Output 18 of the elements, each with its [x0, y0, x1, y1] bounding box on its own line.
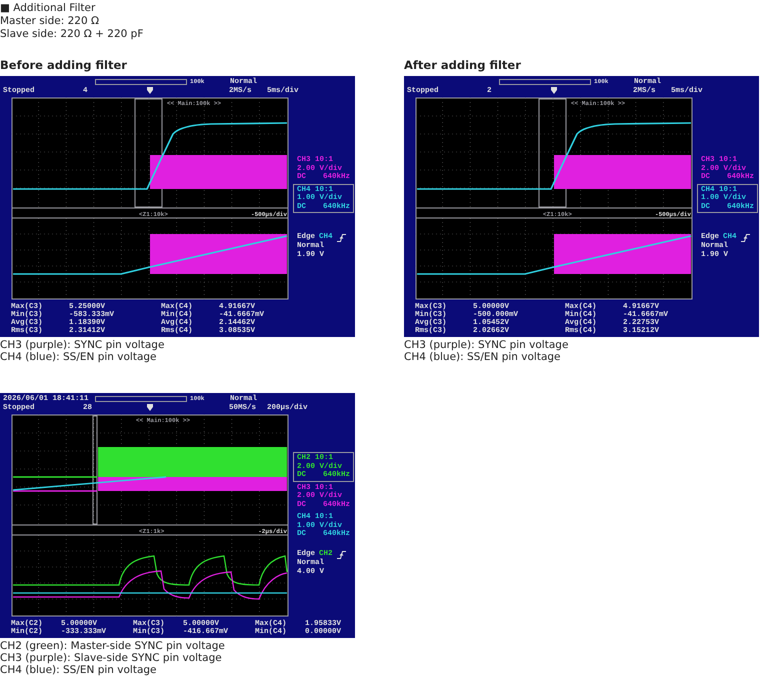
- trigger-position-icon: [147, 86, 153, 94]
- caption-text: CH2 (green): Master-side SYNC pin voltage: [0, 640, 226, 652]
- rising-edge-icon: [336, 234, 346, 242]
- rising-edge-icon: [336, 550, 346, 558]
- capture-title: After adding filter: [404, 58, 522, 72]
- caption-text: CH4 (blue): SS/EN pin voltage: [404, 351, 562, 363]
- caption-text: CH4 (blue): SS/EN pin voltage: [0, 351, 158, 363]
- filter-spec-text: Master side: 220 Ω: [0, 15, 100, 28]
- trigger-position-icon: [551, 86, 557, 94]
- capture-title: Before adding filter: [0, 58, 128, 72]
- trigger-position-icon: [147, 404, 153, 412]
- caption-text: CH4 (blue): SS/EN pin voltage: [0, 664, 158, 676]
- rising-edge-icon: [740, 234, 750, 242]
- caption-text: CH3 (purple): Slave-side SYNC pin voltage: [0, 652, 223, 664]
- section-heading: ■ Additional Filter: [0, 2, 96, 15]
- caption-text: CH3 (purple): SYNC pin voltage: [0, 339, 166, 351]
- caption-text: CH3 (purple): SYNC pin voltage: [404, 339, 570, 351]
- filter-spec-text: Slave side: 220 Ω + 220 pF: [0, 28, 144, 41]
